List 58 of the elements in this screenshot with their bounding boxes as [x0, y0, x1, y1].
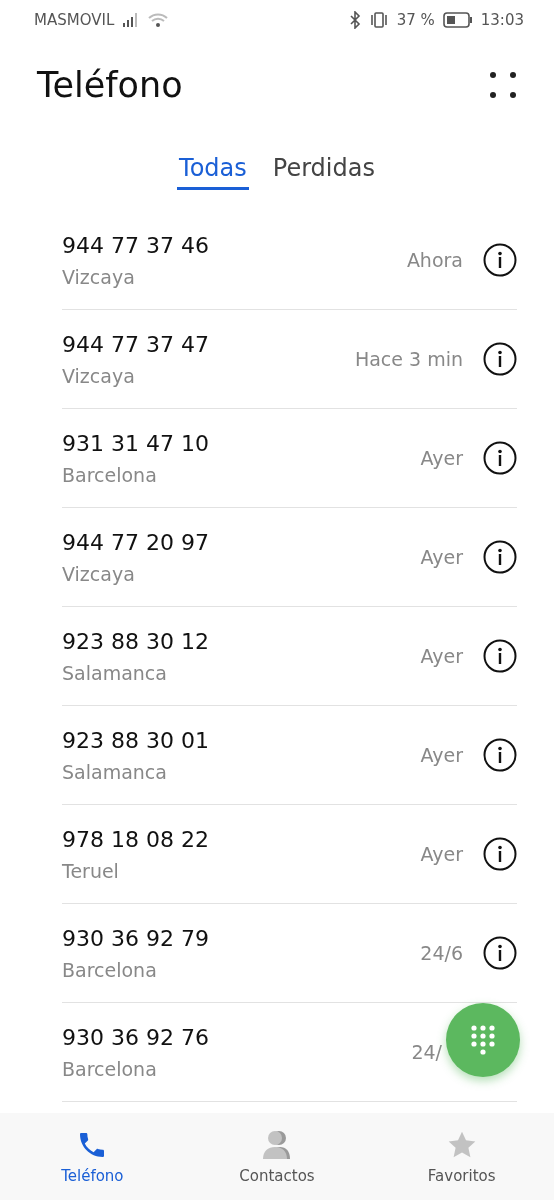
phone-number: 930 36 92 76	[62, 1024, 210, 1050]
call-filter-tab[interactable]: Todas	[177, 154, 249, 190]
dialpad-icon	[470, 1024, 496, 1056]
info-icon	[483, 243, 517, 277]
vibrate-icon	[368, 11, 389, 29]
call-filter-tab[interactable]: Perdidas	[270, 154, 377, 190]
call-time: Hace 3 min	[354, 348, 463, 370]
info-icon	[483, 738, 517, 772]
call-location: Barcelona	[62, 958, 158, 981]
carrier-name: MASMOVIL	[34, 11, 115, 29]
battery-percentage: 37 %	[396, 11, 435, 29]
call-time: Ayer	[420, 447, 463, 469]
call-location: Teruel	[62, 859, 120, 882]
bottom-nav-tab[interactable]: Favoritos	[369, 1113, 554, 1200]
info-button[interactable]	[483, 441, 517, 475]
phone-number: 944 77 37 47	[62, 331, 210, 357]
info-icon	[483, 936, 517, 970]
app-title: Teléfono	[37, 65, 183, 105]
more-options-icon[interactable]	[490, 72, 516, 98]
call-location: Salamanca	[62, 760, 168, 783]
info-icon	[483, 837, 517, 871]
call-time: Ayer	[420, 546, 463, 568]
info-button[interactable]	[483, 540, 517, 574]
bottom-nav-tab[interactable]: Teléfono	[0, 1113, 185, 1200]
wifi-icon	[148, 12, 169, 28]
info-button[interactable]	[483, 243, 517, 277]
info-button[interactable]	[483, 738, 517, 772]
call-time: 24/	[411, 1041, 442, 1063]
info-button[interactable]	[483, 639, 517, 673]
bluetooth-icon	[348, 11, 361, 29]
call-time: Ayer	[420, 744, 463, 766]
info-icon	[483, 639, 517, 673]
call-time: 24/6	[420, 942, 463, 964]
call-time: Ayer	[420, 843, 463, 865]
call-location: Salamanca	[62, 661, 168, 684]
info-icon	[483, 441, 517, 475]
info-button[interactable]	[483, 342, 517, 376]
phone-number: 923 88 30 12	[62, 628, 210, 654]
call-location: Vizcaya	[62, 562, 136, 585]
call-location: Vizcaya	[62, 364, 136, 387]
call-location: Vizcaya	[62, 265, 136, 288]
info-button[interactable]	[483, 837, 517, 871]
phone-number: 923 88 30 01	[62, 727, 210, 753]
info-button[interactable]	[483, 936, 517, 970]
call-time: Ayer	[420, 645, 463, 667]
phone-number: 931 31 47 10	[62, 430, 210, 456]
clock-time: 13:03	[480, 11, 524, 29]
bottom-nav-tab[interactable]: Contactos	[184, 1113, 370, 1200]
call-location: Barcelona	[62, 463, 158, 486]
call-location: Barcelona	[62, 1057, 158, 1080]
info-icon	[483, 540, 517, 574]
info-icon	[483, 342, 517, 376]
phone-number: 944 77 37 46	[62, 232, 210, 258]
phone-number: 944 77 20 97	[62, 529, 210, 555]
call-time: Ahora	[406, 249, 463, 271]
phone-number: 930 36 92 79	[62, 925, 210, 951]
battery-icon	[442, 12, 473, 28]
phone-number: 978 18 08 22	[62, 826, 210, 852]
